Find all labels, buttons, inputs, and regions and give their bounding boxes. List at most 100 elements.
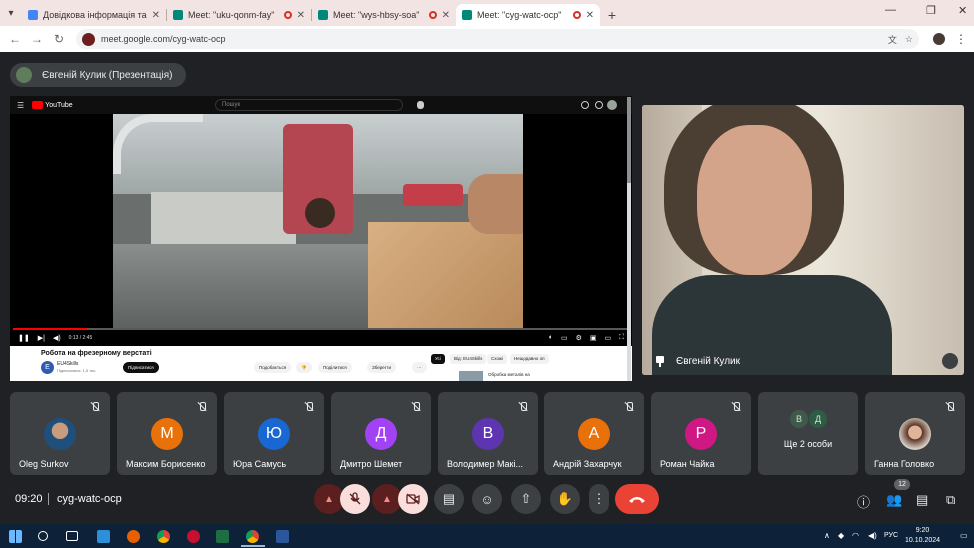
tab-0[interactable]: Довідкова інформація та ві ✕: [22, 4, 166, 26]
raise-hand-button[interactable]: ✋: [550, 484, 580, 514]
participant-name: Oleg Surkov: [19, 459, 69, 469]
video-wood-board: [368, 222, 523, 328]
participant-name: Роман Чайка: [660, 459, 715, 469]
close-tab-icon[interactable]: ✕: [586, 10, 594, 21]
mic-off-icon: [411, 402, 421, 412]
opera-icon[interactable]: [187, 530, 200, 543]
people-icon[interactable]: 👥: [886, 492, 902, 508]
bookmark-star-icon[interactable]: ☆: [905, 34, 913, 45]
video-cutter: [305, 198, 335, 228]
participant-tile[interactable]: Д Дмитро Шемет: [331, 392, 431, 475]
profile-avatar[interactable]: [933, 33, 945, 45]
recording-icon: [572, 11, 581, 19]
hand-icon: ✋: [556, 491, 574, 506]
video-fence: [151, 192, 296, 244]
language-indicator[interactable]: РУС: [884, 532, 898, 539]
participant-name: Юра Самусь: [233, 459, 287, 469]
youtube-header: ☰ YouTube Пошук: [10, 96, 632, 114]
emoji-button[interactable]: ☺: [472, 484, 502, 514]
browser-menu-icon[interactable]: ⋮: [955, 32, 967, 46]
word-icon[interactable]: [276, 530, 289, 543]
recording-icon: [283, 11, 292, 19]
close-tab-icon[interactable]: ✕: [442, 10, 450, 21]
participant-tile[interactable]: А Андрій Захарчук: [544, 392, 644, 475]
system-date: 10.10.2024: [905, 537, 941, 544]
tab-search-icon[interactable]: ▾: [0, 2, 22, 24]
camera-toggle-button[interactable]: [398, 484, 428, 514]
presentation-scrollbar[interactable]: [627, 97, 631, 381]
captions-button[interactable]: ▤: [434, 484, 464, 514]
more-participants-tile[interactable]: В Д Ще 2 особи: [758, 392, 858, 475]
tab-3-active[interactable]: Meet: "cyg-watc-ocp" ✕: [456, 4, 600, 26]
mic-off-icon: [518, 402, 528, 412]
tab-2[interactable]: Meet: "wys-hbsy-soa" ✕: [312, 4, 456, 26]
tab-1[interactable]: Meet: "uku-qonm-fay" ✕: [167, 4, 311, 26]
activities-icon[interactable]: ⧉: [946, 492, 955, 508]
presenter-avatar: [16, 67, 32, 83]
next-icon: ▶|: [37, 335, 45, 342]
microphone-toggle-button[interactable]: [340, 484, 370, 514]
close-tab-icon[interactable]: ✕: [297, 10, 305, 21]
presentation-screen[interactable]: ☰ YouTube Пошук ❚❚ ▶| ◀) 0:13 / 2:45 ◐ ▭…: [10, 96, 632, 381]
participant-tile[interactable]: Р Роман Чайка: [651, 392, 751, 475]
wifi-icon[interactable]: ◠: [852, 531, 859, 540]
participant-avatar: Д: [809, 410, 827, 428]
chrome-icon[interactable]: [157, 530, 170, 543]
participant-tile[interactable]: Ганна Головко: [865, 392, 965, 475]
present-button[interactable]: ⇧: [511, 484, 541, 514]
participant-tile[interactable]: В Володимер Макі...: [438, 392, 538, 475]
speaker-name-label: Євгеній Кулик: [656, 356, 740, 367]
emoji-icon: ☺: [480, 491, 494, 507]
notifications-icon: [595, 101, 603, 109]
restore-icon[interactable]: ❐: [926, 4, 936, 17]
windows-taskbar: ∧ ◆ ◠ ◀) РУС 9:20 10.10.2024 ▭: [0, 524, 974, 548]
reload-icon[interactable]: ↻: [48, 32, 70, 46]
search-icon[interactable]: [38, 531, 48, 541]
chat-icon[interactable]: ▤: [916, 492, 928, 508]
new-tab-button[interactable]: +: [600, 4, 624, 26]
pin-icon[interactable]: [656, 356, 664, 367]
system-clock[interactable]: 9:20 10.10.2024: [905, 526, 940, 546]
close-window-icon[interactable]: ✕: [958, 4, 967, 17]
tray-chevron-icon[interactable]: ∧: [824, 531, 830, 540]
speaker-tile[interactable]: Євгеній Кулик: [642, 105, 964, 375]
more-options-button[interactable]: ⋮: [589, 484, 609, 514]
minimize-icon[interactable]: —: [885, 4, 896, 16]
participant-tile[interactable]: М Максим Борисенко: [117, 392, 217, 475]
meet-favicon-icon: [318, 10, 328, 20]
tray-app-icon[interactable]: ◆: [838, 531, 844, 540]
back-icon[interactable]: ←: [4, 32, 26, 46]
notifications-icon[interactable]: ▭: [960, 531, 968, 540]
youtube-avatar: [607, 100, 617, 110]
more-participants-label: Ще 2 особи: [783, 439, 833, 449]
scrollbar-thumb[interactable]: [627, 97, 631, 183]
info-icon[interactable]: ⓘ: [857, 492, 870, 511]
excel-icon[interactable]: [216, 530, 229, 543]
participant-tile[interactable]: Ю Юра Самусь: [224, 392, 324, 475]
save-button: Зберегти: [367, 362, 396, 373]
chevron-up-icon: ▲: [324, 493, 334, 505]
firefox-icon[interactable]: [127, 530, 140, 543]
menu-icon: ☰: [17, 100, 25, 110]
mic-icon: [417, 101, 424, 109]
volume-icon[interactable]: ◀): [868, 531, 877, 540]
presenter-chip[interactable]: Євгеній Кулик (Презентація): [10, 63, 187, 87]
leave-call-button[interactable]: [615, 484, 659, 514]
start-windows-icon[interactable]: [9, 530, 22, 543]
url-field[interactable]: meet.google.com/cyg-watc-ocp 文 ☆: [76, 29, 919, 49]
translate-icon[interactable]: 文: [888, 33, 897, 46]
mic-off-icon: [197, 402, 207, 412]
participant-avatar: А: [578, 418, 610, 450]
participant-tile[interactable]: Oleg Surkov: [10, 392, 110, 475]
participant-avatar: В: [472, 418, 504, 450]
task-view-icon[interactable]: [66, 531, 78, 541]
participant-avatar: М: [151, 418, 183, 450]
channel-avatar: E: [41, 361, 54, 374]
file-explorer-icon[interactable]: [97, 530, 110, 543]
chrome-active-icon[interactable]: [246, 530, 259, 543]
tile-options-button[interactable]: [942, 353, 958, 369]
site-info-icon[interactable]: [82, 32, 95, 46]
close-tab-icon[interactable]: ✕: [152, 10, 160, 21]
participant-photo: [899, 418, 931, 450]
forward-icon[interactable]: →: [26, 32, 48, 46]
